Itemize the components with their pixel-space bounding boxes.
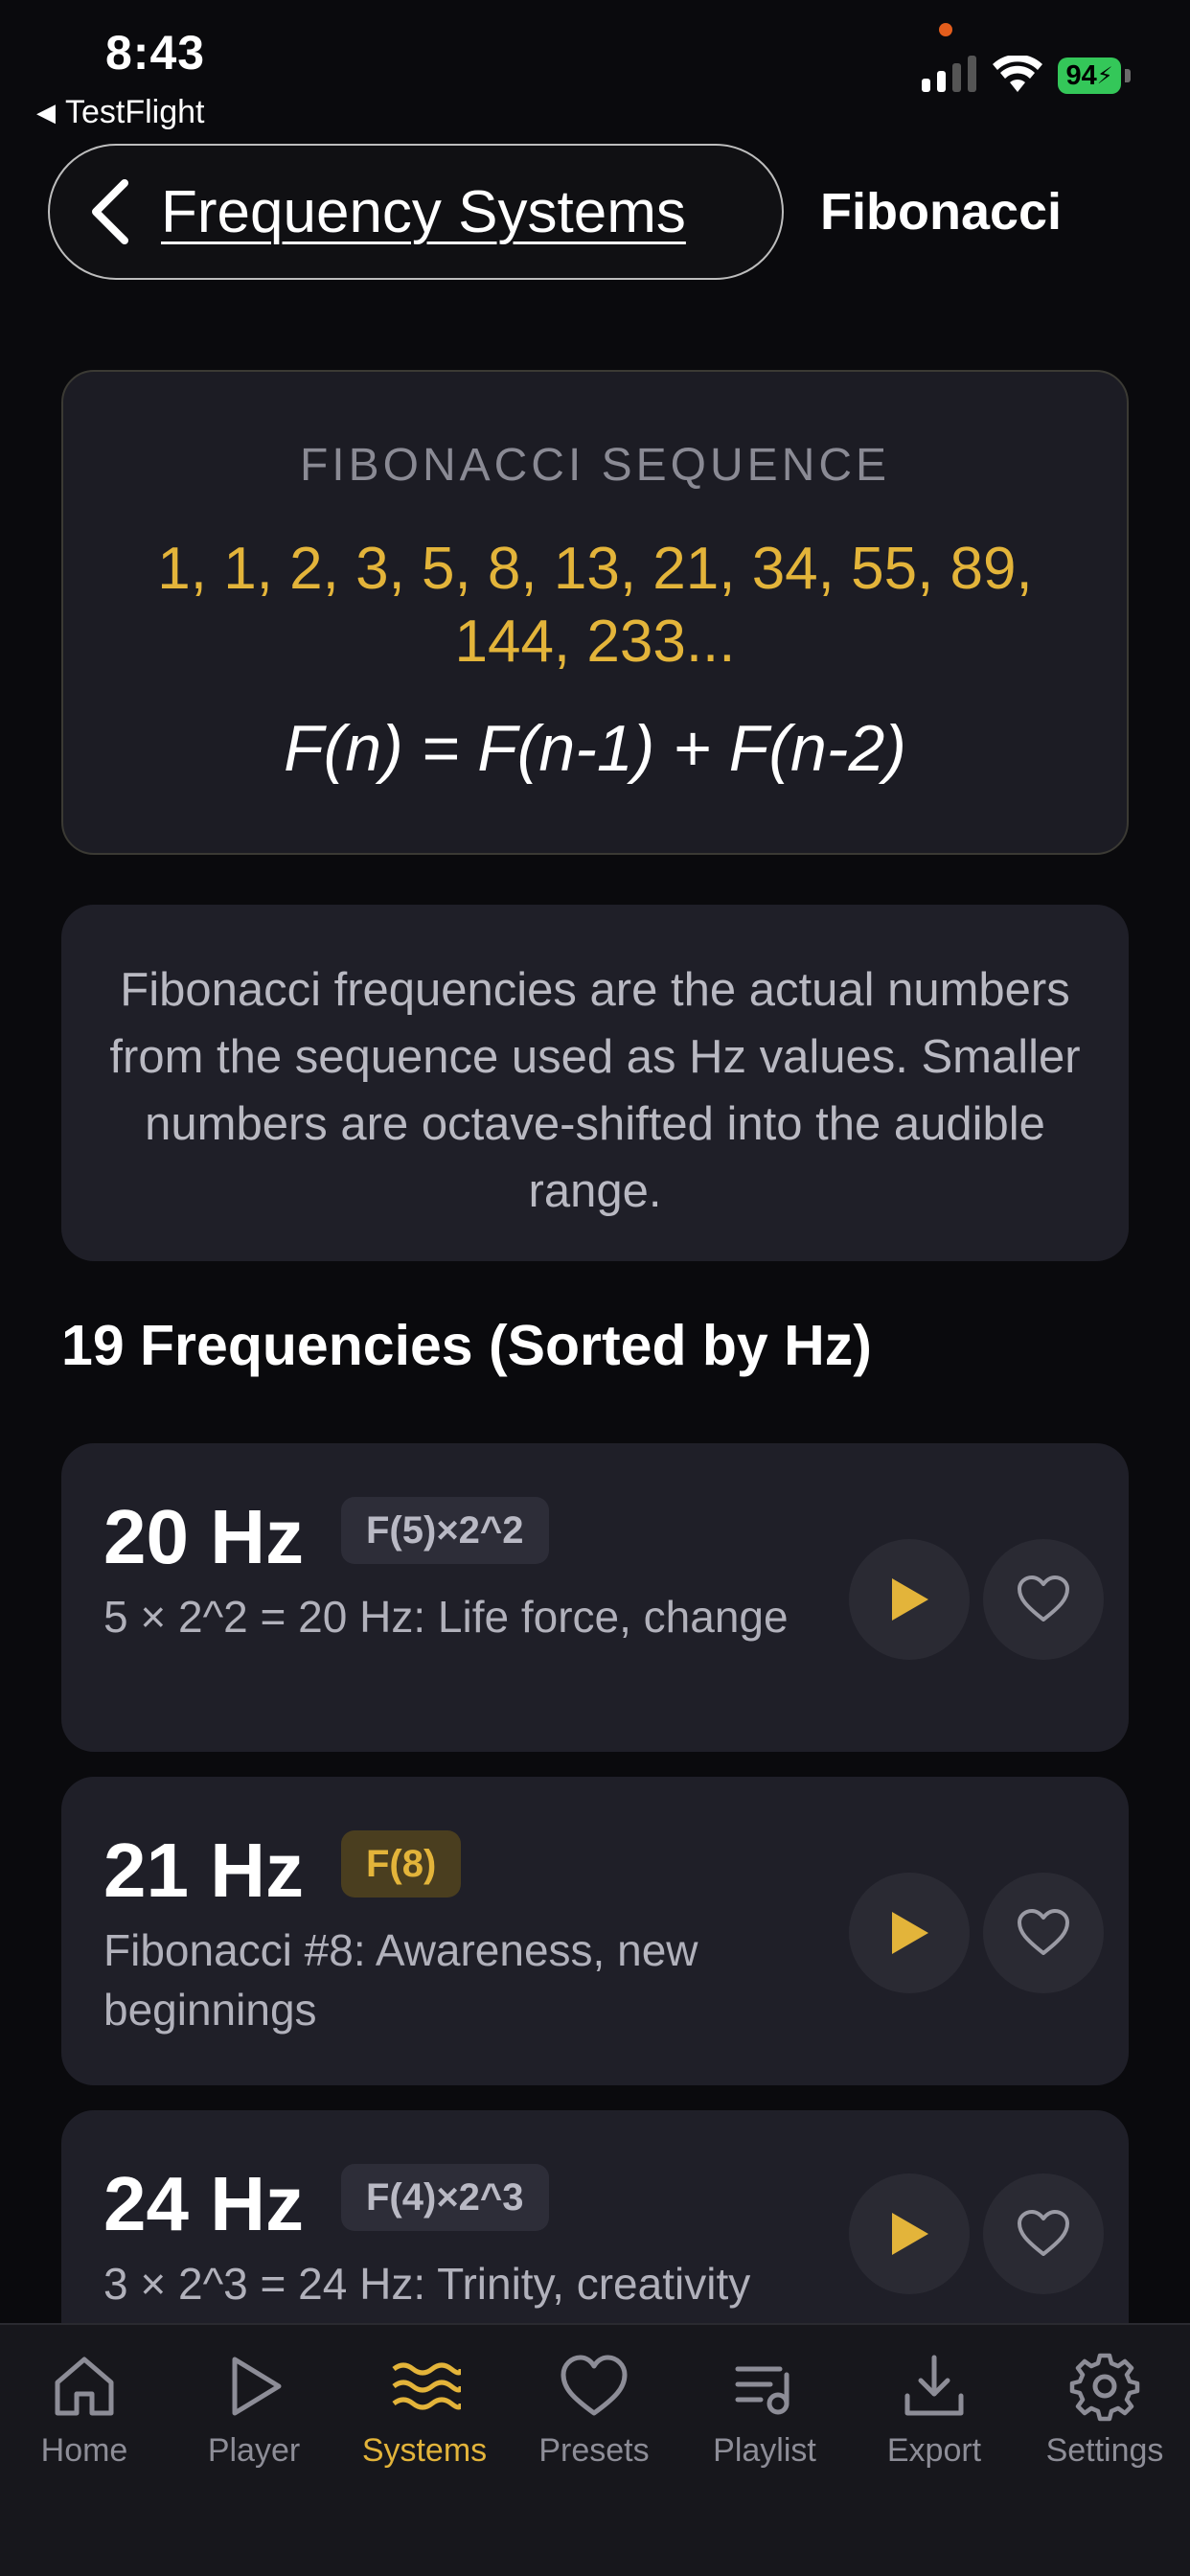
heart-outline-icon (1018, 1909, 1069, 1955)
playlist-icon (735, 2366, 790, 2415)
description-card: Fibonacci frequencies are the actual num… (61, 905, 1129, 1261)
play-button[interactable] (849, 1539, 970, 1660)
frequency-description: 3 × 2^3 = 24 Hz: Trinity, creativity (103, 2259, 751, 2309)
privacy-indicator-dot (939, 23, 952, 36)
frequency-description: 5 × 2^2 = 20 Hz: Life force, change (103, 1592, 789, 1642)
battery-cap (1125, 69, 1131, 82)
favorite-button[interactable] (983, 1873, 1104, 1993)
wifi-icon (993, 56, 1042, 92)
tab-export[interactable]: Export (853, 2350, 1016, 2470)
return-to-app-link[interactable]: ◀ TestFlight (36, 94, 205, 131)
return-app-label: TestFlight (65, 94, 205, 130)
status-bar: 8:43 ◀ TestFlight 94 ⚡ (0, 0, 1190, 134)
favorite-button[interactable] (983, 1539, 1104, 1660)
frequency-card[interactable]: 21 Hz F(8) Fibonacci #8: Awareness, new … (61, 1777, 1129, 2085)
tab-home[interactable]: Home (3, 2350, 166, 2470)
sequence-title: FIBONACCI SEQUENCE (299, 440, 891, 491)
back-triangle-icon: ◀ (36, 98, 56, 126)
play-icon (892, 2213, 928, 2255)
tab-presets[interactable]: Presets (513, 2350, 675, 2470)
fibonacci-badge: F(4)×2^3 (341, 2164, 549, 2231)
tab-label: Playlist (713, 2432, 816, 2469)
home-icon (55, 2357, 114, 2416)
charging-bolt-icon: ⚡ (1096, 62, 1113, 89)
cellular-signal-icon (922, 54, 976, 92)
tab-label: Systems (361, 2432, 488, 2469)
back-button-label: Frequency Systems (161, 178, 686, 245)
fibonacci-badge: F(8) (341, 1830, 462, 1898)
gear-icon (1069, 2353, 1140, 2422)
download-icon (904, 2355, 964, 2416)
frequencies-heading: 19 Frequencies (Sorted by Hz) (61, 1314, 872, 1377)
back-button[interactable]: Frequency Systems (48, 144, 784, 280)
battery-level: 94 (1065, 59, 1097, 91)
tab-player[interactable]: Player (172, 2350, 335, 2470)
heart-outline-icon (1018, 1576, 1069, 1622)
battery-indicator: 94 ⚡ (1058, 58, 1121, 94)
chevron-left-icon (92, 179, 128, 244)
tab-label: Export (886, 2432, 982, 2469)
tab-label: Home (40, 2432, 128, 2469)
play-icon (892, 1912, 928, 1954)
sequence-values-line-2: 144, 233... (454, 609, 736, 675)
tab-label: Settings (1045, 2432, 1164, 2469)
heart-outline-icon (1018, 2210, 1069, 2256)
sequence-card: FIBONACCI SEQUENCE 1, 1, 2, 3, 5, 8, 13,… (61, 370, 1129, 855)
frequency-card[interactable]: 20 Hz F(5)×2^2 5 × 2^2 = 20 Hz: Life for… (61, 1443, 1129, 1752)
sequence-values-line-1: 1, 1, 2, 3, 5, 8, 13, 21, 34, 55, 89, (157, 536, 1033, 602)
frequency-value: 20 Hz (103, 1494, 304, 1579)
favorite-button[interactable] (983, 2174, 1104, 2294)
tab-label: Presets (538, 2432, 650, 2469)
description-text: Fibonacci frequencies are the actual num… (109, 964, 1081, 1217)
tab-label: Player (207, 2432, 301, 2469)
page-title: Fibonacci (820, 183, 1063, 241)
frequency-description: Fibonacci #8: Awareness, new beginnings (103, 1925, 698, 2035)
play-icon (892, 1578, 928, 1621)
tab-bar: Home Player Systems Presets Playlist Exp… (0, 2323, 1190, 2576)
tab-settings[interactable]: Settings (1023, 2350, 1186, 2470)
play-button[interactable] (849, 1873, 970, 1993)
frequency-value: 24 Hz (103, 2161, 304, 2246)
tab-systems[interactable]: Systems (343, 2350, 506, 2470)
tab-playlist[interactable]: Playlist (683, 2350, 846, 2470)
sequence-values: 1, 1, 2, 3, 5, 8, 13, 21, 34, 55, 89, 14… (121, 533, 1069, 678)
play-button[interactable] (849, 2174, 970, 2294)
waves-icon (392, 2362, 461, 2410)
frequency-value: 21 Hz (103, 1828, 304, 1913)
fibonacci-badge: F(5)×2^2 (341, 1497, 549, 1564)
status-time: 8:43 (105, 26, 206, 80)
play-outline-icon (232, 2357, 282, 2416)
heart-icon (561, 2355, 628, 2416)
sequence-formula: F(n) = F(n-1) + F(n-2) (284, 712, 906, 785)
